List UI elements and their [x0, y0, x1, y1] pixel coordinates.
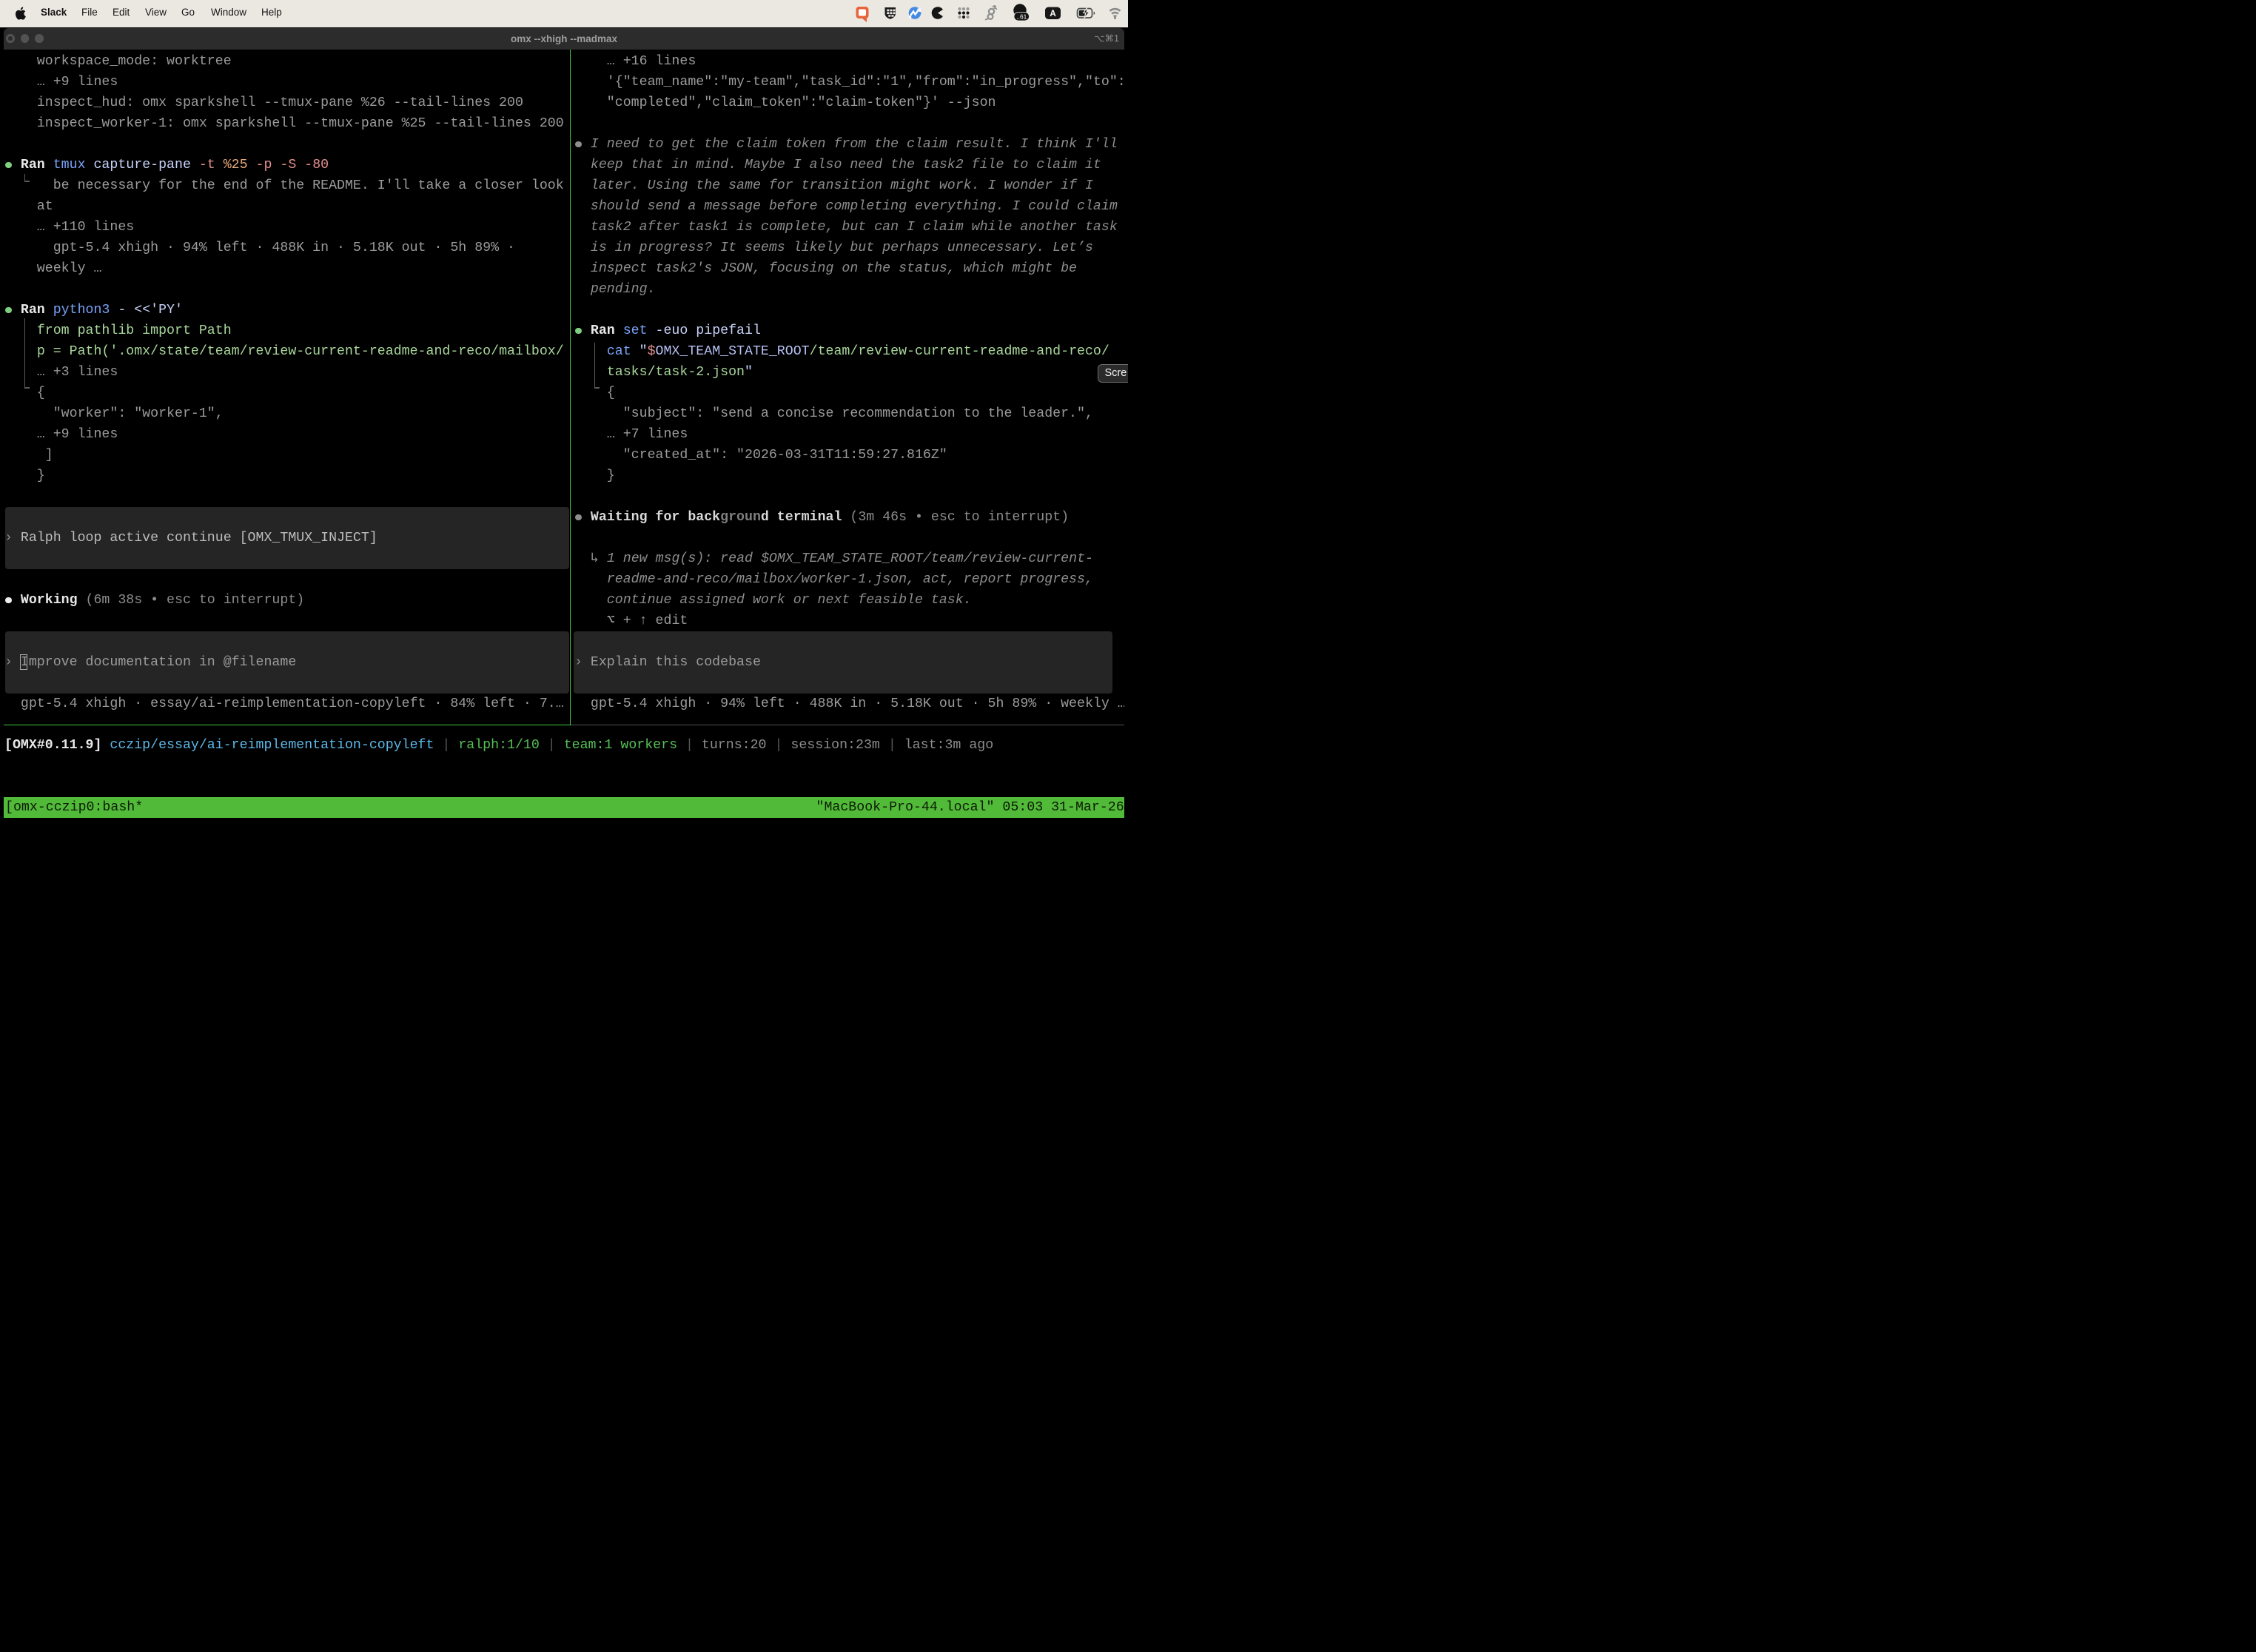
svg-text:..61: ..61: [1016, 13, 1027, 21]
svg-text:A: A: [1050, 8, 1056, 19]
